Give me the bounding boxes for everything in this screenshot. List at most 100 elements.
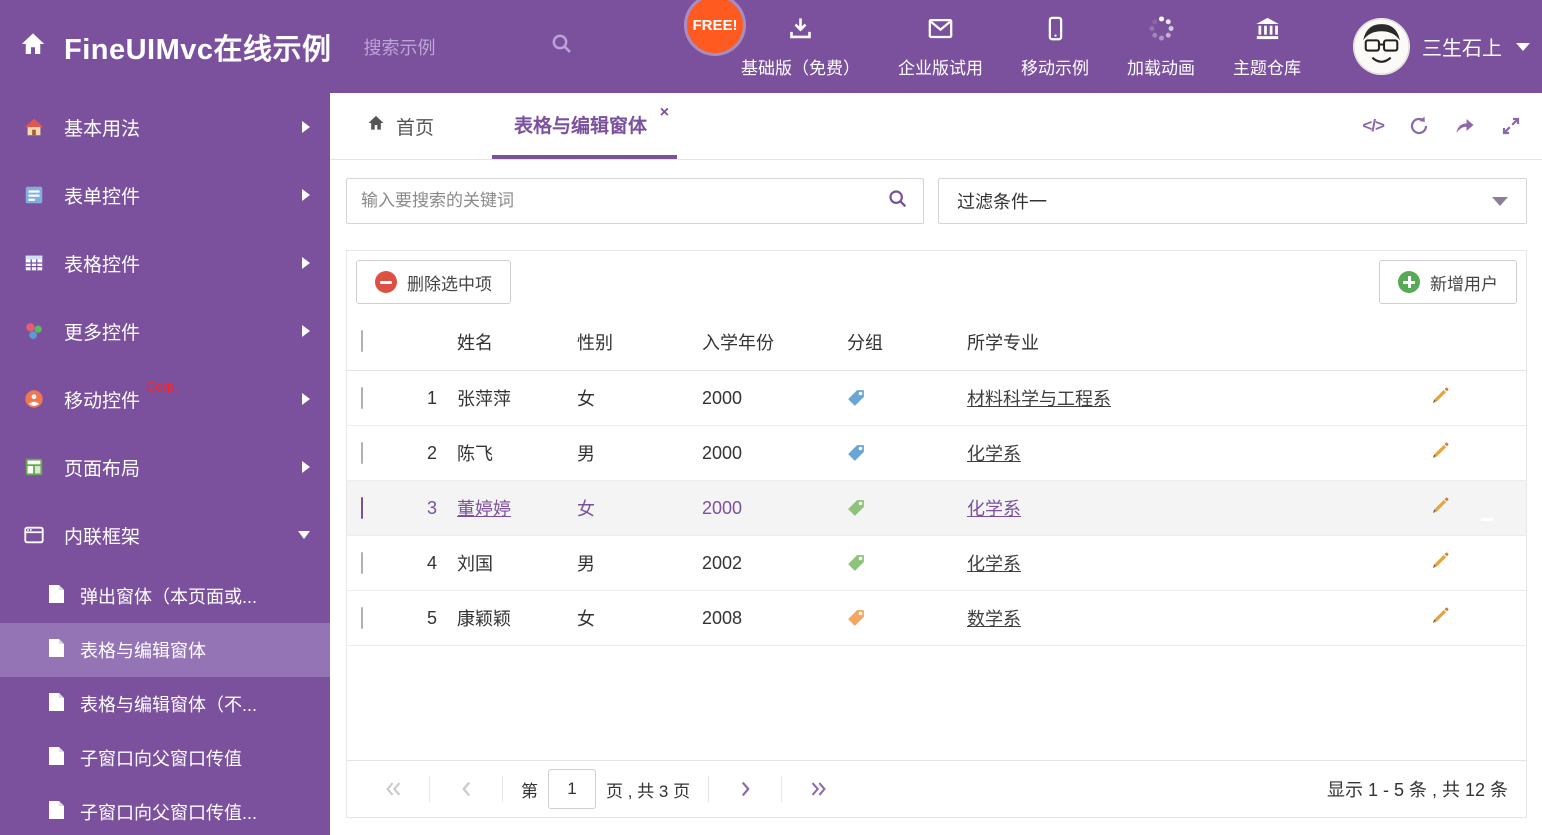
plus-circle-icon <box>1398 271 1420 293</box>
cell-gender: 女 <box>577 609 595 629</box>
chevron-down-icon <box>1492 196 1508 206</box>
major-link[interactable]: 化学系 <box>967 554 1021 574</box>
button-label: 删除选中项 <box>407 274 492 294</box>
row-checkbox[interactable] <box>361 496 363 519</box>
last-page-button[interactable] <box>790 761 846 817</box>
column-header-group[interactable]: 分组 <box>847 329 967 355</box>
user-name: 三生石上 <box>1422 38 1502 60</box>
first-page-button[interactable] <box>365 761 421 817</box>
expand-icon[interactable] <box>1500 115 1522 137</box>
close-icon[interactable]: × <box>660 105 669 121</box>
tag-icon <box>847 499 967 517</box>
tab-home[interactable]: 首页 <box>346 93 454 159</box>
bank-icon <box>1254 15 1281 47</box>
table-row: 2 陈飞 男 2000 化学系 <box>347 426 1526 481</box>
major-link[interactable]: 数学系 <box>967 609 1021 629</box>
refresh-icon[interactable] <box>1408 115 1430 137</box>
sidebar-subitem-grid-edit-window[interactable]: 表格与编辑窗体 <box>0 623 330 677</box>
cell-name[interactable]: 董婷婷 <box>457 495 577 521</box>
nav-loading-animation[interactable]: 加载动画 <box>1108 15 1214 79</box>
cell-gender: 男 <box>577 554 595 574</box>
major-link[interactable]: 化学系 <box>967 499 1021 519</box>
chevron-right-icon <box>302 393 310 405</box>
next-page-button[interactable] <box>717 761 773 817</box>
sidebar-item-label: 表单控件 <box>64 186 141 208</box>
sidebar-subitem-popup-window[interactable]: 弹出窗体（本页面或... <box>0 569 330 623</box>
sidebar-item-form-controls[interactable]: 表单控件 <box>0 161 330 229</box>
tab-label: 首页 <box>396 117 435 139</box>
file-icon <box>48 638 65 663</box>
nav-theme-repo[interactable]: 主题仓库 <box>1214 15 1320 79</box>
sidebar-item-page-layout[interactable]: 页面布局 <box>0 433 330 501</box>
cell-gender: 男 <box>577 444 595 464</box>
sidebar-item-basic-usage[interactable]: 基本用法 <box>0 93 330 161</box>
header-search-input[interactable]: 搜索示例 <box>364 32 574 61</box>
cell-year: 2002 <box>702 552 743 573</box>
page-number-input[interactable] <box>548 769 596 809</box>
sidebar-subitem-child-to-parent[interactable]: 子窗口向父窗口传值 <box>0 731 330 785</box>
row-number: 1 <box>426 387 437 408</box>
main-content: 首页 表格与编辑窗体 × </> 输入要搜索的关键词 过滤条件一 删除选中项 新… <box>330 93 1542 835</box>
code-icon[interactable]: </> <box>1362 116 1385 136</box>
row-number: 3 <box>426 497 437 518</box>
column-header-name[interactable]: 姓名 <box>457 329 577 355</box>
prev-page-button[interactable] <box>438 761 494 817</box>
corp-badge: Corp. <box>146 379 178 394</box>
table-header-row: 姓名 性别 入学年份 分组 所学专业 <box>347 313 1526 371</box>
file-icon <box>48 692 65 717</box>
delete-selected-button[interactable]: 删除选中项 <box>356 260 511 304</box>
nav-enterprise-trial[interactable]: 企业版试用 <box>879 15 1002 79</box>
sidebar-item-mobile-controls[interactable]: 移动控件 Corp. <box>0 365 330 433</box>
nav-mobile-demo[interactable]: 移动示例 <box>1002 15 1108 79</box>
cell-name: 陈飞 <box>457 444 493 464</box>
major-link[interactable]: 化学系 <box>967 444 1021 464</box>
nav-basic-free[interactable]: 基础版（免费） <box>722 15 879 79</box>
edit-pencil-icon[interactable] <box>1430 606 1450 631</box>
keyword-search-input[interactable] <box>361 191 887 211</box>
cell-name: 刘国 <box>457 554 493 574</box>
select-all-checkbox[interactable] <box>361 330 363 352</box>
row-checkbox[interactable] <box>361 551 363 574</box>
edit-pencil-icon[interactable] <box>1430 551 1450 576</box>
share-icon[interactable] <box>1454 115 1476 137</box>
envelope-icon <box>927 15 954 47</box>
download-icon <box>787 15 814 47</box>
cell-gender: 女 <box>577 389 595 409</box>
column-header-gender[interactable]: 性别 <box>577 329 702 355</box>
form-icon <box>22 184 46 206</box>
row-number: 4 <box>426 552 437 573</box>
add-user-button[interactable]: 新增用户 <box>1379 260 1517 304</box>
sidebar-item-inline-frame[interactable]: 内联框架 <box>0 501 330 569</box>
row-checkbox[interactable] <box>361 606 363 629</box>
filter-dropdown[interactable]: 过滤条件一 <box>938 178 1527 224</box>
edit-pencil-icon[interactable] <box>1430 441 1450 466</box>
edit-pencil-icon[interactable] <box>1430 496 1450 521</box>
column-header-year[interactable]: 入学年份 <box>702 329 847 355</box>
tab-grid-edit-window[interactable]: 表格与编辑窗体 × <box>492 93 678 159</box>
major-link[interactable]: 材料科学与工程系 <box>967 389 1111 409</box>
button-label: 新增用户 <box>1430 274 1498 294</box>
edit-pencil-icon[interactable] <box>1430 386 1450 411</box>
sidebar-item-table-controls[interactable]: 表格控件 <box>0 229 330 297</box>
search-icon[interactable] <box>887 188 909 215</box>
sidebar-subitem-child-to-parent-2[interactable]: 子窗口向父窗口传值... <box>0 785 330 835</box>
tab-label: 表格与编辑窗体 <box>514 115 648 137</box>
user-menu[interactable]: 三生石上 <box>1353 0 1530 93</box>
grid-panel: 删除选中项 新增用户 姓名 性别 入学年份 分组 所学专业 1 张萍萍 女 20… <box>346 250 1527 818</box>
sidebar-item-label: 更多控件 <box>64 322 141 344</box>
column-header-major[interactable]: 所学专业 <box>967 329 1416 355</box>
cell-name: 康颖颖 <box>457 609 511 629</box>
sidebar-item-more-controls[interactable]: 更多控件 <box>0 297 330 365</box>
sidebar-subitem-label: 表格与编辑窗体（不... <box>80 695 258 715</box>
row-checkbox[interactable] <box>361 386 363 409</box>
sidebar-item-label: 基本用法 <box>64 118 141 140</box>
app-brand[interactable]: FineUIMvc在线示例 <box>0 26 332 68</box>
file-icon <box>48 584 65 609</box>
sidebar-item-label: 表格控件 <box>64 254 141 276</box>
spinner-icon <box>1148 15 1175 47</box>
cell-name: 张萍萍 <box>457 389 511 409</box>
cell-year: 2000 <box>702 442 743 463</box>
tag-icon <box>847 609 967 627</box>
row-checkbox[interactable] <box>361 441 363 464</box>
sidebar-subitem-grid-edit-window-2[interactable]: 表格与编辑窗体（不... <box>0 677 330 731</box>
